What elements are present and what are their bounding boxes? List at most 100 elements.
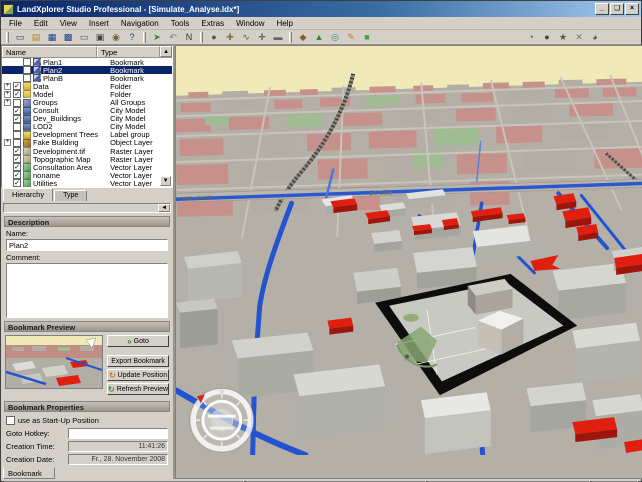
update-icon: ↻ [108,370,116,380]
pan-icon[interactable]: ✛ [255,31,269,44]
expander-icon[interactable]: + [4,139,11,147]
lock-icon[interactable]: ◉ [109,31,123,44]
layer-checkbox[interactable]: ✓ [13,147,21,156]
comment-textarea[interactable] [6,263,169,318]
column-header-name[interactable]: Name [2,46,97,57]
menu-edit[interactable]: Edit [28,18,54,29]
layer-checkbox[interactable]: ✓ [13,90,21,99]
fly-navigation-icon[interactable]: ➤ [150,31,164,44]
bookmark-preview-header: Bookmark Preview [4,321,171,332]
layer-checkbox[interactable]: ✓ [13,106,21,115]
help-icon[interactable]: ? [125,31,139,44]
open-folder-icon[interactable]: ▤ [29,31,43,44]
screenshot-icon[interactable]: ▣ [93,31,107,44]
new-file-icon[interactable]: ▭ [13,31,27,44]
texture-icon[interactable]: ◕ [588,31,602,44]
delete-icon[interactable]: ✕ [572,31,586,44]
refresh-preview-button[interactable]: ↻ Refresh Preview [107,383,170,395]
terrain-icon[interactable]: ▲ [312,31,326,44]
layer-checkbox[interactable] [23,58,31,67]
fill-icon[interactable]: ◆ [296,31,310,44]
favorite-icon[interactable]: ★ [556,31,570,44]
bookmark-preview-thumbnail [5,335,103,389]
update-position-button[interactable]: ↻ Update Position [107,369,170,381]
menu-help[interactable]: Help [271,18,299,29]
bookmark-icon [33,66,41,75]
splitter-arrow-button[interactable]: ◄ [158,204,171,212]
layer-checkbox[interactable]: ✓ [13,155,21,164]
layer-checkbox[interactable]: ✓ [13,163,21,172]
layer-checkbox[interactable]: ✓ [13,179,21,187]
layer-checkbox[interactable] [13,130,21,139]
expander-icon [4,180,11,187]
expander-icon [14,75,21,82]
panel-splitter[interactable]: ◄ [3,203,172,213]
undo-view-icon[interactable]: ↶ [166,31,180,44]
tree-scroll-up-button[interactable]: ▲ [160,46,173,57]
measure-icon[interactable]: ∿ [239,31,253,44]
expander-icon[interactable]: + [4,90,11,98]
menu-view[interactable]: View [54,18,83,29]
menu-window[interactable]: Window [230,18,270,29]
menu-bar: File Edit View Insert Navigation Tools Extras W… [1,17,641,30]
city-model-icon [23,122,31,131]
orbit-icon[interactable]: ● [207,31,221,44]
save-icon[interactable]: ▦ [45,31,59,44]
close-button[interactable]: × [625,3,639,15]
expander-icon [4,131,11,138]
tab-bookmark[interactable]: Bookmark [3,467,55,479]
groups-icon [23,98,31,107]
menu-file[interactable]: File [3,18,28,29]
flatten-icon[interactable]: ▬ [271,31,285,44]
north-arrow-icon[interactable]: N [182,31,196,44]
expander-icon[interactable]: + [4,99,11,107]
minimize-button[interactable]: _ [595,3,609,15]
menu-tools[interactable]: Tools [165,18,196,29]
title-bar[interactable]: LandXplorer Studio Professional - [Simul… [1,1,641,17]
save-all-icon[interactable]: ▩ [61,31,75,44]
layer-checkbox[interactable] [13,98,21,107]
tree-scroll-down-button[interactable]: ▼ [160,176,172,186]
column-header-type[interactable]: Type [97,46,161,57]
layer-checkbox[interactable]: ✓ [13,114,21,123]
layer-checkbox[interactable]: ✓ [13,171,21,180]
refresh-icon: ↻ [108,384,115,394]
description-header: Description [4,216,171,227]
compass-widget[interactable] [189,387,255,453]
tab-type[interactable]: Type [54,190,88,201]
creation-time-label: Creation Time: [6,441,55,451]
layer-checkbox[interactable] [13,138,21,147]
label-group-icon [23,130,31,139]
expander-icon [4,172,11,179]
globe-icon[interactable]: ◎ [328,31,342,44]
edit-icon[interactable]: ✎ [344,31,358,44]
export-bookmark-button[interactable]: Export Bookmark [107,355,170,367]
menu-navigation[interactable]: Navigation [115,18,165,29]
goto-button[interactable]: » Goto [107,335,170,347]
toolbar-separator [143,31,146,43]
button-label: Goto [133,337,149,345]
button-label: Update Position [117,371,168,379]
creation-date-label: Creation Date: [6,454,55,464]
restore-button[interactable]: ❏ [610,3,624,15]
shade-icon[interactable]: ◔ [524,31,538,44]
layer-checkbox[interactable] [23,66,31,75]
layer-checkbox[interactable] [23,74,31,83]
layer-checkbox[interactable]: ✓ [13,82,21,91]
print-icon[interactable]: ▭ [77,31,91,44]
sphere-icon[interactable]: ● [540,31,554,44]
layer-checkbox[interactable] [13,122,21,131]
viewport-3d[interactable]: Wilhelmstr. Straße [173,45,642,479]
bookmark-icon [33,58,41,67]
tree-row-utilities[interactable]: ✓ Utilities Vector Layer [2,179,172,187]
expander-icon[interactable]: + [4,82,11,90]
expander-icon [14,59,21,66]
name-field[interactable]: Plan2 [6,239,169,251]
menu-extras[interactable]: Extras [195,18,230,29]
grab-icon[interactable]: ✚ [223,31,237,44]
tab-hierarchy[interactable]: Hierarchy [3,188,54,201]
menu-insert[interactable]: Insert [83,18,115,29]
startup-position-checkbox[interactable] [6,415,15,425]
goto-hotkey-field[interactable] [68,427,169,439]
model-box-icon[interactable]: ■ [360,31,374,44]
